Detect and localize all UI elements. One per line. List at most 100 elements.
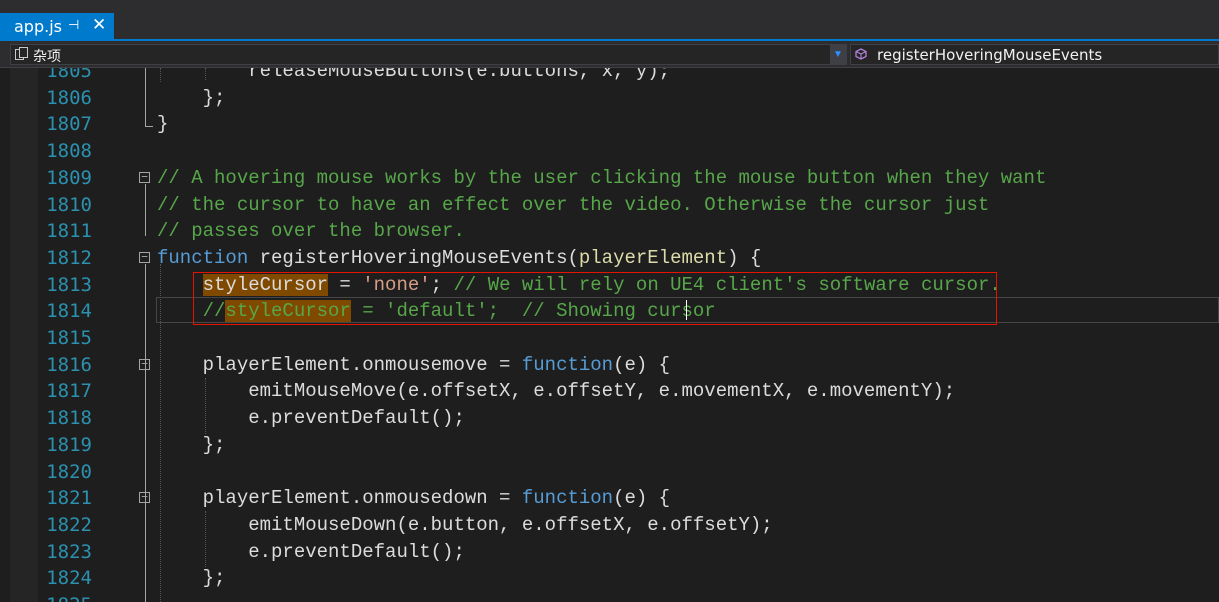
code-line[interactable]: 1823 e.preventDefault(); <box>0 539 1219 566</box>
code-line[interactable]: 1817 emitMouseMove(e.offsetX, e.offsetY,… <box>0 378 1219 405</box>
indent-guide <box>205 68 206 80</box>
code-token: playerElement <box>578 246 728 269</box>
tab-label: app.js <box>14 17 62 36</box>
code-token: ) { <box>727 246 762 269</box>
code-line[interactable]: 1805 releaseMouseButtons(e.buttons, x, y… <box>0 68 1219 85</box>
code-line[interactable]: 1816 playerElement.onmousemove = functio… <box>0 352 1219 379</box>
code-text: playerElement.onmousemove = function(e) … <box>157 352 671 379</box>
code-line[interactable]: 1819 }; <box>0 432 1219 459</box>
code-text: }; <box>157 432 226 459</box>
line-number: 1823 <box>46 540 92 563</box>
line-number: 1814 <box>46 300 92 323</box>
close-icon[interactable]: ✕ <box>92 15 106 35</box>
line-number: 1822 <box>46 513 92 536</box>
tab-app-js[interactable]: app.js ⊣ ✕ <box>0 13 114 39</box>
member-dropdown[interactable]: registerHoveringMouseEvents <box>850 44 1219 65</box>
code-text: e.preventDefault(); <box>157 405 465 432</box>
fold-line <box>145 68 146 127</box>
text-caret <box>686 300 687 320</box>
collapse-function-icon[interactable]: − <box>139 251 150 263</box>
code-line[interactable]: 1811 // passes over the browser. <box>0 218 1219 245</box>
code-token: emitMouseDown(e.button, e.offsetX, e.off… <box>157 513 773 536</box>
tab-bar: app.js ⊣ ✕ <box>0 0 1219 40</box>
line-number: 1825 <box>38 592 92 602</box>
code-token: (e) { <box>613 353 671 376</box>
code-token: }; <box>157 567 226 590</box>
code-text: } <box>157 111 168 138</box>
navigation-bar: 杂项 ▼ registerHoveringMouseEvents <box>0 41 1219 68</box>
code-text: emitMouseDown(e.button, e.offsetX, e.off… <box>157 512 773 539</box>
code-text: }; <box>157 85 226 112</box>
line-number: 1809 <box>46 166 92 189</box>
line-number: 1806 <box>46 86 92 109</box>
code-token: // passes over the browser. <box>157 220 465 243</box>
code-token: e.preventDefault(); <box>157 540 465 563</box>
code-text: // A hovering mouse works by the user cl… <box>157 165 1046 192</box>
code-token: playerElement.onmousemove = <box>157 353 522 376</box>
indent-guide <box>205 378 206 434</box>
code-token: }; <box>157 86 226 109</box>
indent-guide <box>160 68 161 82</box>
code-token: e.preventDefault(); <box>157 407 465 430</box>
code-token: function <box>157 246 249 269</box>
code-line[interactable]: 1808 <box>0 138 1219 165</box>
code-line[interactable]: 1820 <box>0 459 1219 486</box>
chevron-down-icon[interactable]: ▼ <box>830 44 846 65</box>
line-number: 1821 <box>46 487 92 510</box>
collapse-comment-icon[interactable]: − <box>139 171 150 183</box>
code-line[interactable]: 1822 emitMouseDown(e.button, e.offsetX, … <box>0 512 1219 539</box>
line-number: 1820 <box>46 460 92 483</box>
code-token: function <box>521 487 614 510</box>
code-token: releaseMouseButtons(e.buttons, x, y); <box>157 68 671 82</box>
code-token: (e) { <box>613 487 671 510</box>
line-number: 1810 <box>46 193 92 216</box>
indent-guide <box>205 511 206 567</box>
code-token: // the cursor to have an effect over the… <box>157 193 990 216</box>
code-line[interactable]: 1818 e.preventDefault(); <box>0 405 1219 432</box>
code-line[interactable]: 1825 <box>0 592 1219 602</box>
line-number: 1811 <box>46 220 92 243</box>
code-line[interactable]: 1815 <box>0 325 1219 352</box>
code-token: emitMouseMove(e.offsetX, e.offsetY, e.mo… <box>157 380 956 403</box>
line-number: 1818 <box>46 407 92 430</box>
line-number: 1807 <box>46 113 92 136</box>
code-line[interactable]: 1807} <box>0 111 1219 138</box>
fold-line <box>145 184 146 236</box>
code-line[interactable]: 1821 playerElement.onmousedown = functio… <box>0 485 1219 512</box>
pin-icon[interactable]: ⊣ <box>68 17 79 33</box>
line-number: 1805 <box>46 68 92 82</box>
code-line[interactable]: 1824 }; <box>0 565 1219 592</box>
fold-line <box>145 264 146 602</box>
code-line[interactable]: 1812 function registerHoveringMouseEvents… <box>0 245 1219 272</box>
project-icon <box>15 47 28 60</box>
project-label: 杂项 <box>33 49 61 65</box>
code-text: // the cursor to have an effect over the… <box>157 192 989 219</box>
code-line[interactable]: 1809 // A hovering mouse works by the use… <box>0 165 1219 192</box>
fold-line-end <box>145 126 153 127</box>
code-token: }; <box>157 433 226 456</box>
line-number: 1819 <box>46 433 92 456</box>
method-icon <box>855 48 867 60</box>
line-number: 1816 <box>46 353 92 376</box>
line-number: 1815 <box>46 327 92 349</box>
code-text: playerElement.onmousedown = function(e) … <box>157 485 671 512</box>
line-number: 1817 <box>46 380 92 403</box>
code-editor[interactable]: 1805 releaseMouseButtons(e.buttons, x, y… <box>0 68 1219 602</box>
code-token: registerHoveringMouseEvents( <box>248 246 579 269</box>
line-number: 1808 <box>46 140 92 163</box>
code-text: // passes over the browser. <box>157 218 465 245</box>
line-number: 1813 <box>46 273 92 296</box>
code-text: e.preventDefault(); <box>157 539 465 566</box>
line-number: 1812 <box>46 246 92 269</box>
code-text: }; <box>157 565 226 592</box>
code-line[interactable]: 1810 // the cursor to have an effect over… <box>0 192 1219 219</box>
code-token: // A hovering mouse works by the user cl… <box>157 166 1047 189</box>
highlight-annotation-box <box>193 272 997 325</box>
code-token: } <box>157 113 169 136</box>
code-text: releaseMouseButtons(e.buttons, x, y); <box>157 68 670 85</box>
project-dropdown[interactable]: 杂项 <box>10 44 847 65</box>
code-line[interactable]: 1806 }; <box>0 85 1219 112</box>
code-text: emitMouseMove(e.offsetX, e.offsetY, e.mo… <box>157 378 955 405</box>
code-token: function <box>521 353 614 376</box>
member-label: registerHoveringMouseEvents <box>877 46 1103 64</box>
